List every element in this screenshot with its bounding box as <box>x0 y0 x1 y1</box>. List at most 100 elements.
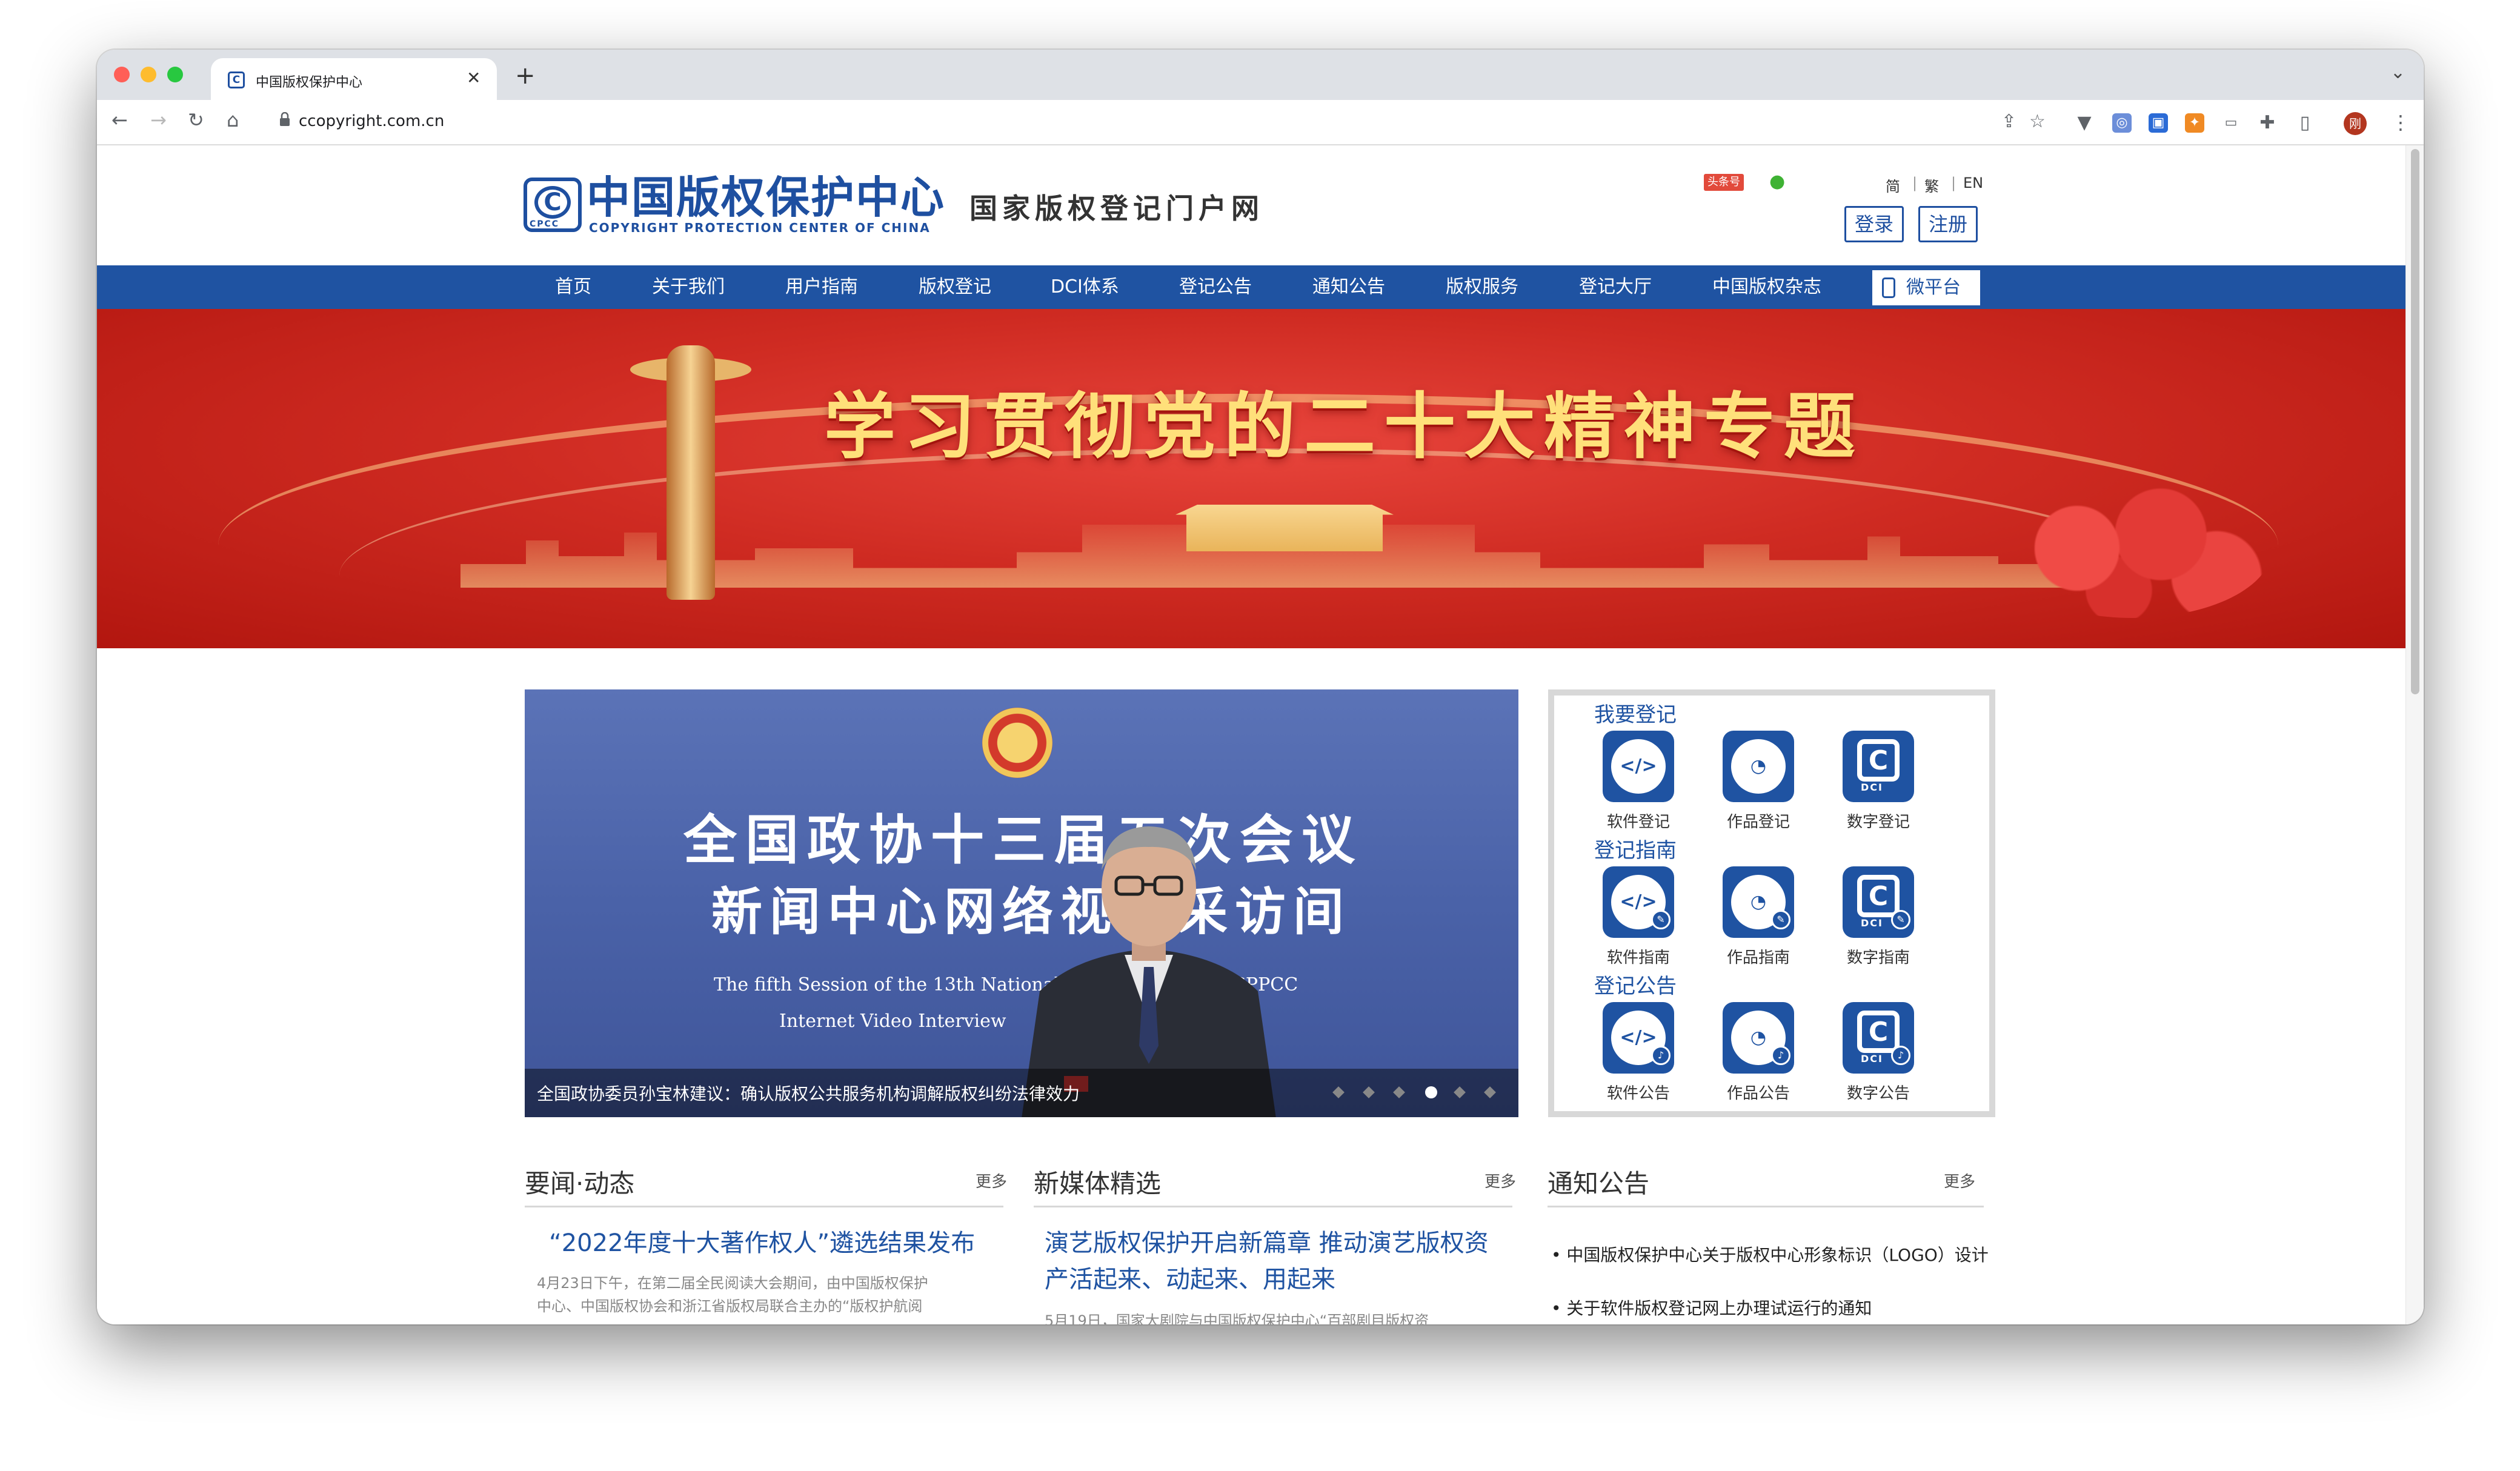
hero-banner[interactable]: 学习贯彻党的二十大精神专题 <box>97 309 2405 648</box>
nav-item-about[interactable]: 关于我们 <box>652 265 725 309</box>
wechat-icon[interactable]: ● <box>1769 171 1785 192</box>
nav-item-registration[interactable]: 版权登记 <box>919 265 991 309</box>
browser-toolbar: ← → ↻ ⌂ ccopyright.com.cn ⇪ ☆ ▼ ◎ ▣ ✦ ▭ … <box>97 100 2424 145</box>
forward-icon[interactable]: → <box>150 108 167 131</box>
site-favicon-icon: C <box>228 71 245 88</box>
nav-item-hall[interactable]: 登记大厅 <box>1579 265 1652 309</box>
service-label[interactable]: 软件公告 <box>1590 1081 1687 1103</box>
slide-dot[interactable] <box>1454 1086 1466 1098</box>
huabiao-pillar-graphic <box>667 345 715 600</box>
close-window-button[interactable] <box>114 67 130 82</box>
service-digital-1-icon[interactable]: C DCI ✎ <box>1843 866 1914 938</box>
address-bar[interactable]: ccopyright.com.cn ⇪ ☆ <box>268 105 2050 139</box>
media-lead-title-1[interactable]: 演艺版权保护开启新篇章 推动演艺版权资 <box>1045 1225 1489 1261</box>
service-software-0-icon[interactable]: </> <box>1603 731 1674 802</box>
page-scrollbar[interactable] <box>2405 145 2424 1324</box>
compass-badge-icon: ✎ <box>1651 910 1671 929</box>
service-work-1-icon[interactable]: ◔ ✎ <box>1723 866 1794 938</box>
cpcc-logo[interactable]: C CPCC <box>524 178 582 232</box>
service-work-0-icon[interactable]: ◔ <box>1723 731 1794 802</box>
home-icon[interactable]: ⌂ <box>227 108 239 131</box>
portal-slogan: 国家版权登记门户网 <box>969 192 1264 225</box>
news-lead-title[interactable]: “2022年度十大著作权人”遴选结果发布 <box>549 1225 975 1261</box>
notice-item[interactable]: • 关于软件版权登记网上办理试运行的通知 <box>1551 1295 1872 1320</box>
service-label[interactable]: 数字登记 <box>1830 809 1927 832</box>
toutiao-link[interactable]: 头条号 <box>1704 174 1744 191</box>
service-label[interactable]: 作品指南 <box>1710 945 1807 968</box>
extension-screen-icon[interactable]: ▣ <box>2149 113 2168 133</box>
brand-english: COPYRIGHT PROTECTION CENTER OF CHINA <box>589 221 931 235</box>
peony-flowers-graphic <box>1993 479 2272 618</box>
dci-label: DCI <box>1861 782 1883 793</box>
news-more-link[interactable]: 更多 <box>976 1169 1007 1192</box>
mini-platform-button[interactable]: 微平台 <box>1872 270 1980 305</box>
service-label[interactable]: 作品登记 <box>1710 809 1807 832</box>
new-tab-button[interactable]: + <box>515 62 536 90</box>
brand-name[interactable]: 中国版权保护中心 <box>587 173 945 222</box>
nav-item-dci[interactable]: DCI体系 <box>1051 265 1119 309</box>
slide-dot-active[interactable] <box>1425 1086 1437 1098</box>
media-lead-title-2[interactable]: 产活起来、动起来、用起来 <box>1045 1261 1335 1298</box>
scrollbar-thumb[interactable] <box>2411 149 2419 694</box>
service-label[interactable]: 数字公告 <box>1830 1081 1927 1103</box>
profile-avatar[interactable]: 刚 <box>2344 112 2367 135</box>
compass-badge-icon: ✎ <box>1771 910 1790 929</box>
nav-item-guide[interactable]: 用户指南 <box>785 265 858 309</box>
speaker-badge-icon: ♪ <box>1651 1046 1671 1065</box>
minimize-window-button[interactable] <box>141 67 156 82</box>
nav-item-notice[interactable]: 通知公告 <box>1312 265 1385 309</box>
service-software-1-icon[interactable]: </> ✎ <box>1603 866 1674 938</box>
divider <box>525 1206 1003 1207</box>
banner-title: 学习贯彻党的二十大精神专题 <box>824 384 1864 468</box>
extension-fox-icon[interactable]: ✦ <box>2185 113 2204 133</box>
slide-dot[interactable] <box>1393 1086 1405 1098</box>
maximize-window-button[interactable] <box>167 67 183 82</box>
back-icon[interactable]: ← <box>111 108 128 131</box>
nav-item-reg-notice[interactable]: 登记公告 <box>1179 265 1252 309</box>
service-digital-2-icon[interactable]: C DCI ♪ <box>1843 1002 1914 1074</box>
share-icon[interactable]: ⇪ <box>2001 111 2016 132</box>
slide-dot[interactable] <box>1484 1086 1496 1098</box>
service-label[interactable]: 数字指南 <box>1830 945 1927 968</box>
service-label[interactable]: 软件指南 <box>1590 945 1687 968</box>
register-button[interactable]: 注册 <box>1918 206 1978 242</box>
nav-item-magazine[interactable]: 中国版权杂志 <box>1712 265 1821 309</box>
slide-dot[interactable] <box>1332 1086 1345 1098</box>
nav-item-home[interactable]: 首页 <box>555 265 591 309</box>
menu-kebab-icon[interactable]: ⋮ <box>2391 111 2410 134</box>
slide-dot[interactable] <box>1363 1086 1375 1098</box>
slide-english-2: Internet Video Interview <box>779 1011 1006 1032</box>
group-heading-guide: 登记指南 <box>1594 838 1677 863</box>
notice-more-link[interactable]: 更多 <box>1944 1169 1975 1192</box>
slide-caption-bar: 全国政协委员孙宝林建议：确认版权公共服务机构调解版权纠纷法律效力 <box>525 1069 1518 1117</box>
reload-icon[interactable]: ↻ <box>188 108 204 131</box>
slide-caption[interactable]: 全国政协委员孙宝林建议：确认版权公共服务机构调解版权纠纷法律效力 <box>537 1081 1080 1105</box>
extension-v-icon[interactable]: ▼ <box>2075 113 2094 133</box>
dci-c-icon: C <box>1857 875 1900 917</box>
news-lead-summary-1: 4月23日下午，在第二届全民阅读大会期间，由中国版权保护 <box>537 1275 928 1292</box>
extensions-puzzle-icon[interactable]: ✚ <box>2258 113 2277 133</box>
bookmark-star-icon[interactable]: ☆ <box>2029 111 2046 132</box>
lang-simplified[interactable]: 简 <box>1886 174 1900 196</box>
browser-tab[interactable]: C 中国版权保护中心 ✕ <box>211 58 497 100</box>
news-slider[interactable]: 全国政协十三届五次会议 新闻中心网络视频采访间 The fifth Sessio… <box>525 689 1518 1117</box>
service-label[interactable]: 作品公告 <box>1710 1081 1807 1103</box>
login-button[interactable]: 登录 <box>1844 206 1904 242</box>
nav-item-services[interactable]: 版权服务 <box>1446 265 1518 309</box>
close-tab-icon[interactable]: ✕ <box>467 68 480 88</box>
lang-english[interactable]: EN <box>1963 174 1983 191</box>
lang-traditional[interactable]: 繁 <box>1924 174 1939 196</box>
tab-search-chevron-icon[interactable]: ⌄ <box>2390 62 2405 83</box>
dci-label: DCI <box>1861 1053 1883 1064</box>
extension-shield-icon[interactable]: ◎ <box>2112 113 2132 133</box>
service-work-2-icon[interactable]: ◔ ♪ <box>1723 1002 1794 1074</box>
notice-item[interactable]: • 中国版权保护中心关于版权中心形象标识（LOGO）设计 <box>1551 1242 1989 1266</box>
media-more-link[interactable]: 更多 <box>1484 1169 1516 1192</box>
services-panel: 我要登记 登记指南 登记公告 </> 软件登记 ◔ 作品登记 C DCI 数字登记 </> ✎ 软… <box>1548 689 1995 1117</box>
service-label[interactable]: 软件登记 <box>1590 809 1687 832</box>
service-software-2-icon[interactable]: </> ♪ <box>1603 1002 1674 1074</box>
extension-chat-icon[interactable]: ▭ <box>2221 113 2241 133</box>
service-digital-0-icon[interactable]: C DCI <box>1843 731 1914 802</box>
logo-abbr: CPCC <box>530 219 560 229</box>
side-panel-icon[interactable]: ▯ <box>2295 113 2315 133</box>
